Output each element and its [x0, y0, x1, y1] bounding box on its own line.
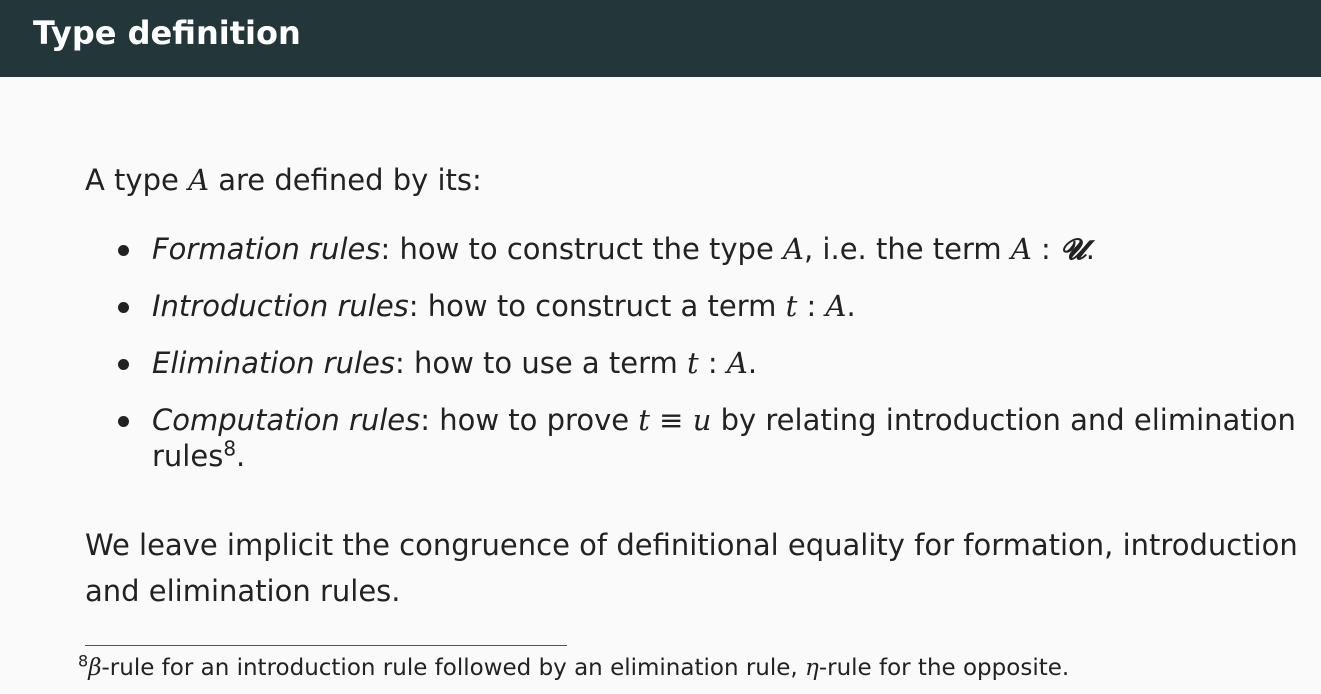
footnote-text-2: -rule for the opposite. [818, 655, 1070, 681]
math-var: t [638, 403, 650, 437]
rule-term: Computation rules [152, 403, 421, 437]
rule-text: : how to prove [420, 403, 639, 437]
math-var: A [783, 232, 804, 266]
math-colon: : [797, 289, 826, 323]
rule-text: : how to construct a term [408, 289, 786, 323]
footnote-ref[interactable]: 8 [223, 436, 236, 460]
closing-line-1: We leave implicit the congruence of defi… [85, 528, 1298, 562]
bullet-icon [118, 359, 129, 370]
list-item-formation: Formation rules: how to construct the ty… [115, 231, 1296, 267]
beta-symbol: β [88, 655, 102, 681]
list-item-introduction: Introduction rules: how to construct a t… [115, 288, 1296, 324]
footnote-mark: 8 [78, 651, 89, 671]
closing-paragraph: We leave implicit the congruence of defi… [85, 522, 1298, 614]
rule-text: : how to use a term [394, 346, 687, 380]
universe-symbol: 𝓤 [1060, 232, 1086, 266]
rule-text-line2: rules [152, 439, 224, 473]
bullet-icon [118, 416, 129, 427]
rule-end: . [1085, 232, 1095, 266]
lead-suffix: are defined by its: [209, 163, 482, 197]
list-item-elimination: Elimination rules: how to use a term t :… [115, 345, 1296, 381]
footnote-divider [85, 645, 567, 646]
eta-symbol: η [805, 655, 819, 681]
math-colon: : [1031, 232, 1061, 266]
lead-sentence: A type A are defined by its: [85, 162, 482, 198]
math-var: t [687, 346, 699, 380]
rule-term: Elimination rules [152, 346, 395, 380]
rule-end: . [846, 289, 856, 323]
lead-prefix: A type [85, 163, 189, 197]
rule-text: , i.e. the term [803, 232, 1011, 266]
math-var: A [726, 346, 748, 380]
math-var: A [825, 289, 847, 323]
rule-text: by relating introduction and elimination [711, 403, 1296, 437]
math-var: u [692, 403, 712, 437]
rule-term: Introduction rules [152, 289, 409, 323]
slide-title: Type definition [33, 14, 301, 52]
lead-var: A [188, 163, 210, 197]
rule-text: : how to construct the type [380, 232, 784, 266]
bullet-icon [118, 302, 129, 313]
math-var: t [785, 289, 798, 323]
rule-term: Formation rules [152, 232, 381, 266]
math-var: A [1010, 232, 1032, 266]
footnote: 8β-rule for an introduction rule followe… [78, 652, 1069, 684]
rule-end: . [236, 439, 246, 473]
list-item-computation: Computation rules: how to prove t ≡ u by… [115, 402, 1296, 474]
closing-line-2: and elimination rules. [85, 574, 401, 608]
math-colon: : [698, 346, 727, 380]
math-equiv: ≡ [649, 403, 693, 437]
footnote-text-1: -rule for an introduction rule followed … [101, 655, 806, 681]
bullet-icon [118, 245, 129, 256]
rule-end: . [747, 346, 758, 380]
slide-header: Type definition [0, 0, 1321, 77]
rules-list: Formation rules: how to construct the ty… [115, 231, 1296, 474]
